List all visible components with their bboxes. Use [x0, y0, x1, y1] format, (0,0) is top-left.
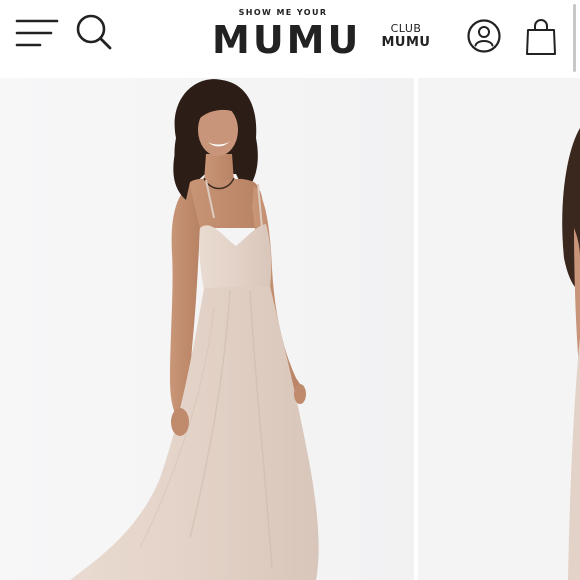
- menu-icon: [15, 19, 59, 47]
- product-image-next[interactable]: [418, 78, 580, 580]
- logo-wordmark: MUMU: [212, 18, 362, 62]
- search-button[interactable]: [74, 12, 114, 52]
- club-label-top: CLUB: [390, 22, 422, 35]
- shopping-bag-icon: [526, 19, 556, 55]
- site-header: SHOW ME YOUR MUMU CLUB MUMU: [0, 0, 580, 78]
- menu-button[interactable]: [14, 14, 60, 52]
- logo-tagline: SHOW ME YOUR: [238, 8, 328, 17]
- product-image-gallery[interactable]: [0, 78, 580, 580]
- club-label-bottom: MUMU: [381, 35, 431, 50]
- club-mumu-link[interactable]: CLUB MUMU: [378, 22, 434, 50]
- product-image-main[interactable]: [0, 78, 414, 580]
- account-button[interactable]: [466, 18, 502, 54]
- shopping-bag-button[interactable]: [524, 18, 558, 56]
- search-icon: [76, 14, 112, 50]
- model-in-dress-photo: [0, 78, 414, 580]
- model-in-dress-photo-partial: [418, 78, 580, 580]
- brand-logo[interactable]: SHOW ME YOUR MUMU: [212, 8, 362, 62]
- account-icon: [467, 19, 501, 53]
- scrollbar[interactable]: [573, 4, 576, 72]
